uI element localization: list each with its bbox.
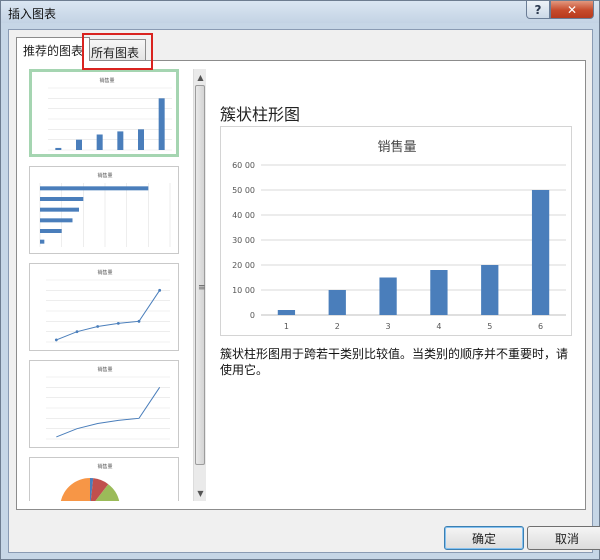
close-button[interactable]: ✕ <box>550 1 594 19</box>
thumbnail-line-with-markers[interactable]: 销售量 <box>29 263 179 351</box>
ok-button[interactable]: 确定 <box>444 526 524 550</box>
thumb-bar <box>55 147 62 150</box>
bar <box>277 310 296 315</box>
thumbnail-title: 销售量 <box>97 366 112 373</box>
y-tick-label: 60 00 <box>232 161 255 170</box>
chart-description: 簇状柱形图用于跨若干类别比较值。当类别的顺序并不重要时，请使用它。 <box>220 347 569 377</box>
thumbnail-line[interactable]: 销售量 <box>29 360 179 448</box>
chart-title: 销售量 <box>377 139 416 155</box>
x-tick-label: 6 <box>538 322 543 331</box>
x-tick-label: 3 <box>386 322 391 331</box>
thumb-bar <box>96 134 103 150</box>
y-tick-label: 20 00 <box>232 261 255 270</box>
bar <box>481 265 499 315</box>
thumb-line <box>56 290 161 341</box>
y-tick-label: 50 00 <box>232 186 255 195</box>
scroll-up-arrow-icon[interactable]: ▲ <box>195 71 206 83</box>
x-tick-label: 1 <box>284 322 289 331</box>
cancel-button[interactable]: 取消 <box>527 526 600 550</box>
bar <box>531 190 550 315</box>
x-tick-label: 5 <box>487 322 492 331</box>
thumb-bar <box>138 129 144 150</box>
thumb-bar <box>40 239 45 244</box>
window-title: 插入图表 <box>8 7 57 21</box>
x-tick-label: 2 <box>335 322 340 331</box>
thumbnail-scrollbar[interactable]: ▲ ≡ ▼ <box>193 69 206 501</box>
thumb-marker <box>116 322 120 325</box>
thumb-bar <box>40 207 79 212</box>
thumbnail-pie[interactable]: 销售量 <box>29 457 179 501</box>
recommended-panel: 销售量 销售量 销售量 销售量 销售量 ▲ ≡ ▼ 簇状柱形图 销售量 0 10 0… <box>16 60 586 510</box>
thumb-marker <box>54 338 58 342</box>
bar <box>379 277 397 315</box>
y-tick-label: 40 00 <box>232 211 255 220</box>
scroll-down-arrow-icon[interactable]: ▼ <box>195 487 206 499</box>
help-button[interactable]: ? <box>526 1 550 19</box>
thumb-bar <box>40 186 149 191</box>
preview-chart-svg: 销售量 0 10 00 20 00 30 00 40 00 50 00 60 00 1 2 3 4 5 6 <box>232 139 566 331</box>
thumb-marker <box>137 319 141 323</box>
insert-chart-dialog: 插入图表 ? ✕ 推荐的图表 所有图表 销售量 销售量 销售量 销售量 销售量 … <box>0 0 600 560</box>
tab-recommended-charts[interactable]: 推荐的图表 <box>16 37 91 61</box>
y-tick-label: 0 <box>250 311 255 320</box>
thumbnail-clustered-column[interactable]: 销售量 <box>29 69 179 157</box>
thumbnail-title: 销售量 <box>99 77 114 84</box>
dialog-body: 推荐的图表 所有图表 销售量 销售量 销售量 销售量 销售量 ▲ ≡ ▼ 簇状柱… <box>8 29 600 553</box>
thumb-bar <box>40 197 84 201</box>
thumbnail-clustered-bar[interactable]: 销售量 <box>29 166 179 254</box>
thumbnail-title: 销售量 <box>97 463 112 470</box>
thumb-pie-slice <box>60 478 90 501</box>
thumbnail-title: 销售量 <box>97 172 112 179</box>
scrollbar-thumb[interactable]: ≡ <box>195 85 206 465</box>
title-bar[interactable]: 插入图表 ? ✕ <box>1 1 599 23</box>
chart-thumbnail-list: 销售量 销售量 销售量 销售量 销售量 <box>25 69 193 501</box>
thumb-line <box>56 387 161 438</box>
bar <box>430 270 448 315</box>
y-tick-label: 30 00 <box>232 236 255 245</box>
grip-icon: ≡ <box>198 283 206 293</box>
thumb-bar <box>40 218 73 223</box>
thumb-bar <box>40 229 62 233</box>
y-tick-label: 10 00 <box>232 286 255 295</box>
thumb-marker <box>75 330 79 334</box>
thumb-marker <box>96 325 100 328</box>
x-tick-label: 4 <box>436 322 441 331</box>
annotation-highlight-box <box>82 33 153 70</box>
thumb-bar <box>158 98 165 150</box>
chart-preview: 销售量 0 10 00 20 00 30 00 40 00 50 00 60 00 1 2 3 4 5 6 <box>220 126 572 336</box>
thumb-bar <box>76 139 82 150</box>
thumb-bar <box>117 131 124 150</box>
thumb-marker <box>158 288 162 292</box>
bar <box>328 290 346 315</box>
chart-type-heading: 簇状柱形图 <box>220 105 301 124</box>
thumbnail-title: 销售量 <box>97 269 112 276</box>
